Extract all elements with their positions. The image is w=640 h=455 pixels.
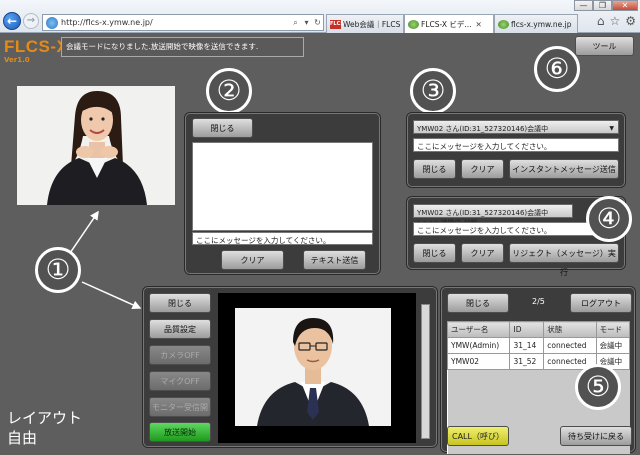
back-arrow-icon[interactable]: ← (3, 12, 21, 30)
video-close-button[interactable]: 閉じる (149, 293, 211, 313)
mic-off-button[interactable]: マイクOFF (149, 371, 211, 391)
logout-button[interactable]: ログアウト (570, 293, 632, 313)
participant-photo-woman (17, 86, 175, 205)
annotation-3: ③ (410, 68, 456, 114)
cell-username: YMW02 (446, 353, 511, 370)
layout-label: レイアウト 自由 (7, 408, 82, 448)
annotation-4: ④ (586, 196, 632, 242)
page-indicator: 2/5 (532, 297, 545, 306)
tab-label: flcs-x.ymw.ne.jp (511, 19, 572, 29)
settings-gear-icon[interactable]: ⚙ (625, 14, 636, 28)
refresh-icon[interactable]: ↻ (312, 18, 323, 27)
reject-close-button[interactable]: 閉じる (413, 243, 456, 263)
instant-send-button[interactable]: インスタントメッセージ送信 (509, 159, 619, 179)
dropdown-arrow-icon: ▼ (609, 125, 614, 132)
column-header-id[interactable]: ID (509, 321, 545, 338)
app-area: FLCS-X Ver1.0 会議モードになりました.放送開始で映像を送信できます… (0, 34, 640, 455)
reject-execute-button[interactable]: リジェクト（メッセージ）実行 (509, 243, 619, 277)
chat-close-button[interactable]: 閉じる (192, 118, 253, 138)
address-url[interactable]: http://flcs-x.ymw.ne.jp/ (61, 18, 290, 27)
layout-label-line1: レイアウト (7, 409, 83, 427)
browser-toolbar-icons: ⌂ ☆ ⚙ (597, 14, 636, 28)
app-version: Ver1.0 (4, 56, 30, 64)
text-chat-panel: 閉じる ここにメッセージを入力してください。 クリア テキスト送信 (185, 113, 380, 274)
chat-clear-button[interactable]: クリア (221, 250, 284, 270)
cell-username: YMW(Admin) (446, 337, 511, 354)
ie-favicon-icon (408, 19, 419, 29)
user-close-button[interactable]: 閉じる (447, 293, 509, 313)
recipient-label: YMW02 さん(ID:31_527320146)会議中 (417, 125, 549, 133)
video-scrollbar[interactable] (421, 304, 430, 439)
dropdown-arrow-icon[interactable]: ▾ (301, 18, 312, 27)
cell-mode: 会議中 (595, 337, 631, 354)
video-display (218, 293, 416, 443)
table-row[interactable]: YMW(Admin) 31_14 connected 会議中 (446, 337, 631, 354)
monitor-start-button[interactable]: モニター受信開始 (149, 397, 211, 431)
search-icon[interactable]: ⌕ (290, 18, 301, 28)
quality-settings-button[interactable]: 品質設定 (149, 319, 211, 339)
tab-close-icon[interactable]: ✕ (476, 20, 482, 29)
participant-photo-man (235, 308, 391, 426)
cell-id: 31_52 (509, 353, 545, 370)
maximize-button[interactable]: ❐ (593, 0, 612, 11)
instant-close-button[interactable]: 閉じる (413, 159, 456, 179)
annotation-1: ① (35, 247, 81, 293)
tab-web-conference[interactable]: FLCS Web会議｜FLCS ... (326, 14, 404, 33)
video-control-panel: 閉じる 品質設定 カメラOFF マイクOFF モニター受信開始 放送開始 (143, 287, 437, 447)
window-controls: — ❐ ✕ (574, 0, 638, 11)
instant-clear-button[interactable]: クリア (461, 159, 504, 179)
address-bar[interactable]: http://flcs-x.ymw.ne.jp/ ⌕ ▾ ↻ (42, 14, 324, 31)
status-message: 会議モードになりました.放送開始で映像を送信できます. (61, 37, 304, 57)
cell-status: connected (543, 337, 597, 354)
instant-message-input[interactable]: ここにメッセージを入力してください。 (413, 138, 619, 152)
chat-log (192, 142, 373, 231)
tab-label: FLCS-X ビデ... (421, 19, 472, 29)
home-icon[interactable]: ⌂ (597, 14, 605, 28)
text-send-button[interactable]: テキスト送信 (303, 250, 366, 270)
column-header-username[interactable]: ユーザー名 (446, 321, 511, 338)
tab-label: Web会議｜FLCS ... (343, 19, 404, 29)
flcs-favicon-icon: FLCS (330, 19, 344, 29)
chat-message-input[interactable]: ここにメッセージを入力してください。 (192, 232, 373, 245)
tab-flcs-domain[interactable]: flcs-x.ymw.ne.jp (494, 14, 578, 33)
app-logo: FLCS-X (4, 37, 69, 56)
camera-off-button[interactable]: カメラOFF (149, 345, 211, 365)
column-header-status[interactable]: 状態 (543, 321, 597, 338)
minimize-button[interactable]: — (574, 0, 593, 11)
tab-flcs-video[interactable]: FLCS-X ビデ... ✕ (404, 14, 494, 33)
ie-site-icon (46, 16, 58, 29)
tool-button[interactable]: ツール (575, 36, 634, 56)
ie-favicon-icon (498, 19, 509, 29)
broadcast-start-button[interactable]: 放送開始 (149, 422, 211, 442)
layout-label-line2: 自由 (7, 429, 38, 447)
table-header-row: ユーザー名 ID 状態 モード (446, 321, 631, 338)
reject-clear-button[interactable]: クリア (461, 243, 504, 263)
annotation-6: ⑥ (534, 46, 580, 92)
recipient-select[interactable]: YMW02 さん(ID:31_527320146)会議中 ▼ (413, 120, 619, 134)
favorites-star-icon[interactable]: ☆ (609, 14, 620, 28)
cell-id: 31_14 (509, 337, 545, 354)
reject-recipient-select[interactable]: YMW02 さん(ID:31_527320146)会議中>>>>待機中 状態 (413, 204, 573, 227)
annotation-5: ⑤ (575, 364, 621, 410)
forward-arrow-icon[interactable]: → (23, 13, 39, 29)
call-button[interactable]: CALL（呼び） (447, 426, 509, 446)
annotation-2: ② (206, 68, 252, 114)
back-to-waiting-button[interactable]: 待ち受けに戻る (560, 426, 632, 446)
instant-message-panel: YMW02 さん(ID:31_527320146)会議中 ▼ ここにメッセージを… (407, 113, 625, 187)
tab-strip: FLCS Web会議｜FLCS ... FLCS-X ビデ... ✕ flcs-… (326, 14, 578, 33)
column-header-mode[interactable]: モード (595, 321, 631, 338)
browser-chrome: — ❐ ✕ ← → http://flcs-x.ymw.ne.jp/ ⌕ ▾ ↻… (0, 0, 640, 33)
close-window-button[interactable]: ✕ (612, 0, 638, 11)
